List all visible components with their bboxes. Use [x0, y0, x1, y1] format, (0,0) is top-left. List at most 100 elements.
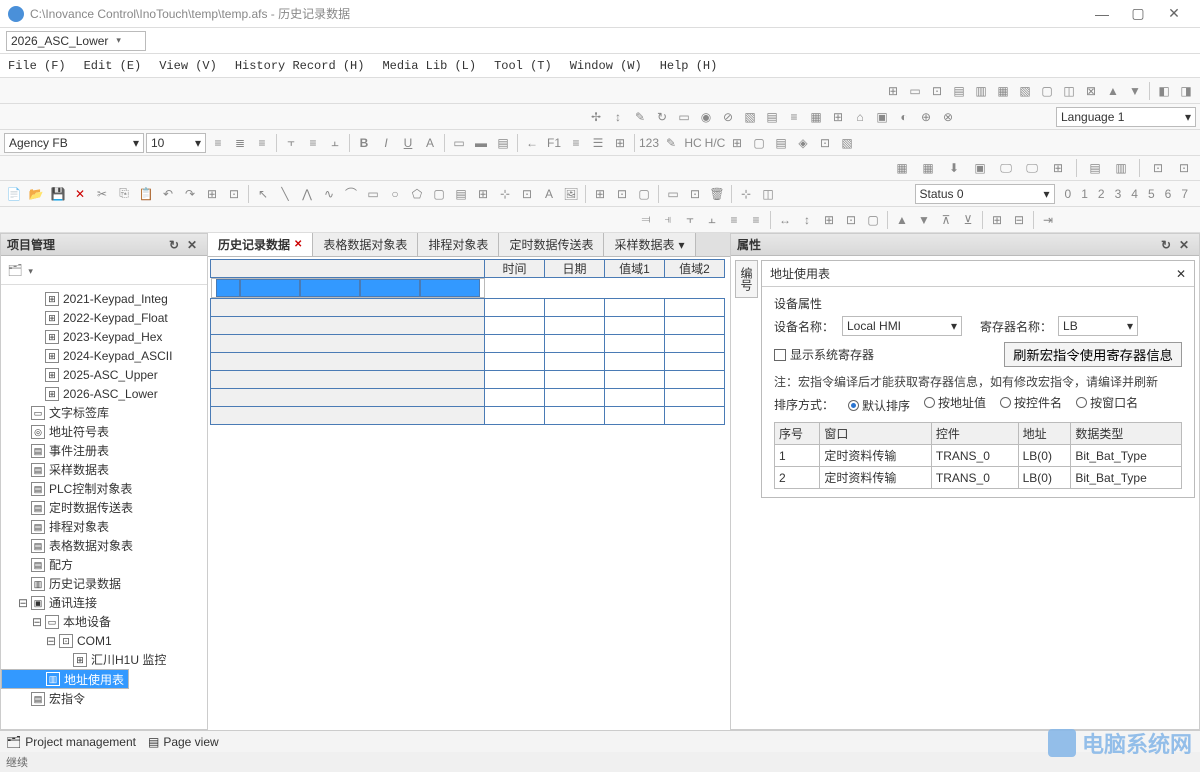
layer-icon[interactable]: ⊼	[936, 210, 956, 230]
grid-rowhead[interactable]	[211, 353, 485, 371]
tool-icon[interactable]: ▦	[806, 107, 826, 127]
polyline-icon[interactable]: ⋀	[297, 184, 317, 204]
tool-icon[interactable]: ⊞	[473, 184, 493, 204]
line-icon[interactable]: ╲	[275, 184, 295, 204]
pointer-icon[interactable]: ↖	[253, 184, 273, 204]
table-header[interactable]: 控件	[931, 423, 1018, 445]
tool-icon[interactable]: ⊡	[224, 184, 244, 204]
tool-icon[interactable]: ⌂	[850, 107, 870, 127]
grid-cell[interactable]	[665, 407, 725, 425]
polygon-icon[interactable]: ⬠	[407, 184, 427, 204]
status-number[interactable]: 2	[1098, 187, 1105, 201]
grid-cell[interactable]	[545, 407, 605, 425]
arc-icon[interactable]: ⌒	[341, 184, 361, 204]
tool-icon[interactable]: ⊡	[517, 184, 537, 204]
tool-icon[interactable]: ⊡	[685, 184, 705, 204]
table-header[interactable]: 数据类型	[1071, 423, 1182, 445]
sub-tab-number[interactable]: 编号	[735, 260, 758, 298]
tree-item[interactable]: ⊟▭本地设备	[1, 612, 207, 631]
tool-icon[interactable]: 123	[639, 133, 659, 153]
image-icon[interactable]: 🖼	[561, 184, 581, 204]
close-icon[interactable]: ✕	[1176, 267, 1186, 281]
menu-item[interactable]: Edit (E)	[84, 59, 142, 73]
status-page-view[interactable]: ▤ Page view	[148, 735, 219, 749]
tree-item[interactable]: ▤事件注册表	[1, 441, 207, 460]
tool-icon[interactable]: ◫	[758, 184, 778, 204]
tool-icon[interactable]: ✢	[586, 107, 606, 127]
size-icon[interactable]: ▢	[863, 210, 883, 230]
download-icon[interactable]: ⬇	[944, 158, 964, 178]
grid-rowhead[interactable]	[211, 299, 485, 317]
tree-item[interactable]: ▤PLC控制对象表	[1, 479, 207, 498]
tool-icon[interactable]: ⊞	[590, 184, 610, 204]
tree-item[interactable]: ⊞2026-ASC_Lower	[1, 384, 207, 403]
grid-cell[interactable]	[545, 371, 605, 389]
status-number[interactable]: 3	[1115, 187, 1122, 201]
tool-icon[interactable]: ▢	[1037, 81, 1057, 101]
paste-icon[interactable]: 📋	[136, 184, 156, 204]
table-header[interactable]: 序号	[775, 423, 820, 445]
distribute-icon[interactable]: ↕	[797, 210, 817, 230]
grid-cell[interactable]	[605, 299, 665, 317]
tool-icon[interactable]: ▤	[1085, 158, 1105, 178]
tool-icon[interactable]: ◉	[696, 107, 716, 127]
tool-icon[interactable]: ▧	[740, 107, 760, 127]
menu-item[interactable]: Help (H)	[660, 59, 718, 73]
delete-icon[interactable]: ✕	[70, 184, 90, 204]
tool-icon[interactable]: ⊞	[883, 81, 903, 101]
tree-item[interactable]: ▥地址使用表	[1, 669, 129, 689]
grid-cell[interactable]	[485, 371, 545, 389]
tool-icon[interactable]: ▭	[905, 81, 925, 101]
close-panel-icon[interactable]: ✕	[1175, 238, 1193, 252]
tool-icon[interactable]: ⊡	[815, 133, 835, 153]
tree-item[interactable]: ▭文字标签库	[1, 403, 207, 422]
tree-item[interactable]: ▥历史记录数据	[1, 574, 207, 593]
undo-icon[interactable]: ↶	[158, 184, 178, 204]
copy-icon[interactable]: ⎘	[114, 184, 134, 204]
grid-rowhead[interactable]	[211, 335, 485, 353]
status-project-management[interactable]: 🗂 Project management	[6, 735, 136, 749]
align-left-icon[interactable]: ≡	[208, 133, 228, 153]
refresh-icon[interactable]: ↻	[165, 238, 183, 252]
table-header[interactable]: 窗口	[820, 423, 931, 445]
grid-rowhead[interactable]	[211, 317, 485, 335]
tool-icon[interactable]: ≡	[784, 107, 804, 127]
tool-icon[interactable]: ⊞	[727, 133, 747, 153]
document-tab[interactable]: 历史记录数据✕	[208, 233, 313, 256]
tree-item[interactable]: ▤表格数据对象表	[1, 536, 207, 555]
grid-cell[interactable]	[545, 353, 605, 371]
tree-item[interactable]: ▤宏指令	[1, 689, 207, 708]
status-number[interactable]: 1	[1081, 187, 1088, 201]
maximize-button[interactable]: ▢	[1120, 5, 1156, 22]
tool-icon[interactable]: ◐	[894, 107, 914, 127]
size-icon[interactable]: ⊡	[841, 210, 861, 230]
size-icon[interactable]: ⊞	[819, 210, 839, 230]
tool-icon[interactable]: ⊞	[610, 133, 630, 153]
tool-icon[interactable]: ⊗	[938, 107, 958, 127]
align-icon[interactable]: ⫤	[636, 210, 656, 230]
grid-cell[interactable]	[420, 279, 480, 297]
refresh-icon[interactable]: ↻	[1157, 238, 1175, 252]
tool-icon[interactable]: ▭	[674, 107, 694, 127]
grid-cell[interactable]	[665, 335, 725, 353]
history-grid[interactable]: 时间日期值域1值域2	[210, 259, 725, 425]
close-panel-icon[interactable]: ✕	[183, 238, 201, 252]
menu-item[interactable]: History Record (H)	[235, 59, 365, 73]
grid-cell[interactable]	[485, 389, 545, 407]
align-icon[interactable]: ⫣	[658, 210, 678, 230]
document-tab[interactable]: 采样数据表▾	[604, 233, 695, 256]
sort-radio[interactable]: 默认排序	[848, 397, 910, 414]
monitor-icon[interactable]: 🖵	[996, 158, 1016, 178]
align-icon[interactable]: ⫟	[680, 210, 700, 230]
font-color-icon[interactable]: A	[420, 133, 440, 153]
tool-icon[interactable]: ▤	[493, 133, 513, 153]
distribute-icon[interactable]: ↔	[775, 210, 795, 230]
grid-cell[interactable]	[665, 389, 725, 407]
grid-cell[interactable]	[665, 317, 725, 335]
grid-rowhead[interactable]	[211, 407, 485, 425]
tool-icon[interactable]: ⊡	[612, 184, 632, 204]
grid-cell[interactable]	[605, 335, 665, 353]
tree-item[interactable]: ▤排程对象表	[1, 517, 207, 536]
language-combo[interactable]: Language 1 ▾	[1056, 107, 1196, 127]
tool-icon[interactable]: ▣	[970, 158, 990, 178]
